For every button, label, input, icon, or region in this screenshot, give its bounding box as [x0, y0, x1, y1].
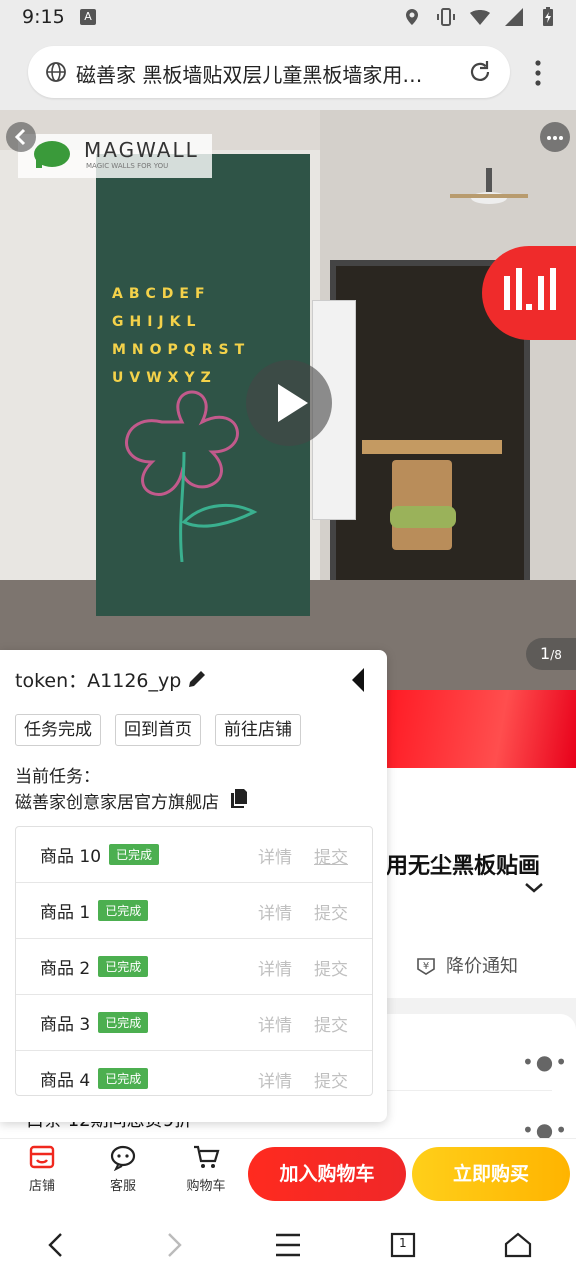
item-name: 商品 3: [40, 1015, 91, 1035]
item-name: 商品 4: [40, 1071, 91, 1091]
reload-icon[interactable]: [466, 58, 494, 86]
play-video-button[interactable]: [246, 360, 332, 446]
brand-logo: MAGWALL MAGIC WALLS FOR YOU: [18, 134, 212, 178]
status-time: 9:15: [22, 6, 65, 28]
submit-link[interactable]: 提交: [314, 1011, 348, 1036]
more-options-button[interactable]: [540, 122, 570, 152]
promo-banner[interactable]: [386, 690, 576, 768]
current-task-value: 磁善家创意家居官方旗舰店: [15, 793, 219, 813]
tab-cart[interactable]: 购物车: [176, 1143, 236, 1194]
play-icon: [278, 384, 308, 422]
brand-name: MAGWALL: [84, 138, 199, 162]
location-icon: [406, 9, 418, 25]
status-bar: 9:15 A: [0, 0, 576, 36]
browser-toolbar: 磁善家 黑板墙贴双层儿童黑板墙家用…: [0, 36, 576, 110]
back-home-button[interactable]: 回到首页: [115, 714, 201, 746]
go-store-button[interactable]: 前往店铺: [215, 714, 301, 746]
product-gallery[interactable]: ABCDEF GHIJKL MNOPQRST UVWXYZ MAGWALL MA…: [0, 110, 576, 690]
product-title: 用无尘黑板贴画: [386, 854, 541, 879]
detail-link[interactable]: 详情: [258, 899, 292, 924]
panel-actions: 任务完成 回到首页 前往店铺: [15, 714, 301, 746]
gallery-pager: 1/8: [526, 638, 576, 670]
chevron-left-icon: [14, 128, 26, 146]
status-badge: 已完成: [98, 1012, 149, 1033]
current-task-label: 当前任务：: [15, 767, 100, 787]
address-bar[interactable]: 磁善家 黑板墙贴双层儿童黑板墙家用…: [28, 46, 510, 98]
price-alert-label: 降价通知: [446, 956, 518, 977]
store-icon: [29, 1145, 55, 1169]
price-alert-button[interactable]: ¥ 降价通知: [414, 952, 518, 978]
elephant-logo-icon: [34, 141, 70, 168]
list-item: 商品 10 已完成 详情 提交: [16, 827, 372, 883]
task-panel: token：A1126_yp 任务完成 回到首页 前往店铺 当前任务： 磁善家创…: [0, 650, 387, 1122]
detail-link[interactable]: 详情: [258, 843, 292, 868]
detail-link[interactable]: 详情: [258, 1011, 292, 1036]
vibrate-icon: [437, 8, 455, 26]
list-item: 商品 2 已完成 详情 提交: [16, 939, 372, 995]
browser-menu-icon[interactable]: [528, 58, 548, 88]
home-icon[interactable]: [503, 1230, 533, 1260]
item-name: 商品 2: [40, 959, 91, 979]
menu-icon[interactable]: [273, 1230, 303, 1260]
wifi-icon: [470, 10, 490, 25]
chevron-down-icon[interactable]: [522, 880, 546, 896]
double-11-badge[interactable]: [482, 246, 576, 340]
svg-text:¥: ¥: [423, 961, 429, 972]
tab-store[interactable]: 店铺: [12, 1143, 72, 1194]
status-icons: [402, 7, 558, 27]
status-badge: 已完成: [98, 900, 149, 921]
brand-tagline: MAGIC WALLS FOR YOU: [86, 162, 169, 170]
tab-count: 1: [399, 1236, 407, 1250]
copy-icon[interactable]: [230, 788, 248, 808]
submit-link[interactable]: 提交: [314, 955, 348, 980]
task-complete-button[interactable]: 任务完成: [15, 714, 101, 746]
status-badge: 已完成: [109, 844, 160, 865]
detail-link[interactable]: 详情: [258, 1067, 292, 1092]
battery-icon: [543, 7, 553, 26]
purchase-bar: 店铺 客服 购物车 加入购物车 立即购买: [0, 1138, 576, 1208]
more-dots-icon: [547, 136, 563, 140]
chat-bubble-icon: [110, 1145, 136, 1171]
buy-now-button[interactable]: 立即购买: [412, 1147, 570, 1201]
system-nav-bar: 1: [0, 1208, 576, 1280]
ceiling-fan-image: [450, 168, 528, 204]
submit-link[interactable]: 提交: [314, 843, 348, 868]
cart-icon: [194, 1145, 220, 1168]
submit-link[interactable]: 提交: [314, 1067, 348, 1092]
tab-customer-service[interactable]: 客服: [93, 1143, 153, 1194]
detail-link[interactable]: 详情: [258, 955, 292, 980]
more-dots-icon[interactable]: •●•: [522, 1050, 569, 1074]
item-name: 商品 1: [40, 903, 91, 923]
list-item: 商品 3 已完成 详情 提交: [16, 995, 372, 1051]
edit-pencil-icon[interactable]: [186, 668, 208, 690]
list-item: 商品 1 已完成 详情 提交: [16, 883, 372, 939]
nav-forward-icon[interactable]: [158, 1230, 188, 1260]
price-tag-icon: ¥: [417, 958, 435, 975]
list-item: 商品 4 已完成 详情 提交: [16, 1051, 372, 1095]
notification-a-icon: A: [80, 9, 96, 25]
globe-icon: [46, 62, 66, 82]
status-badge: 已完成: [98, 956, 149, 977]
token-display: token：A1126_yp: [15, 670, 182, 692]
add-to-cart-button[interactable]: 加入购物车: [248, 1147, 406, 1201]
tabs-button[interactable]: 1: [388, 1230, 418, 1260]
submit-link[interactable]: 提交: [314, 899, 348, 924]
double-11-icon: [504, 268, 556, 310]
status-badge: 已完成: [98, 1068, 149, 1089]
back-button[interactable]: [6, 122, 36, 152]
url-text[interactable]: 磁善家 黑板墙贴双层儿童黑板墙家用…: [76, 59, 456, 88]
nav-back-icon[interactable]: [42, 1230, 72, 1260]
collapse-panel-icon[interactable]: [348, 666, 368, 694]
item-name: 商品 10: [40, 847, 102, 867]
chalk-flower-drawing: [125, 390, 258, 562]
task-item-list[interactable]: 商品 10 已完成 详情 提交 商品 1 已完成 详情 提交 商品 2 已完成 …: [15, 826, 373, 1096]
signal-icon: [505, 8, 523, 26]
